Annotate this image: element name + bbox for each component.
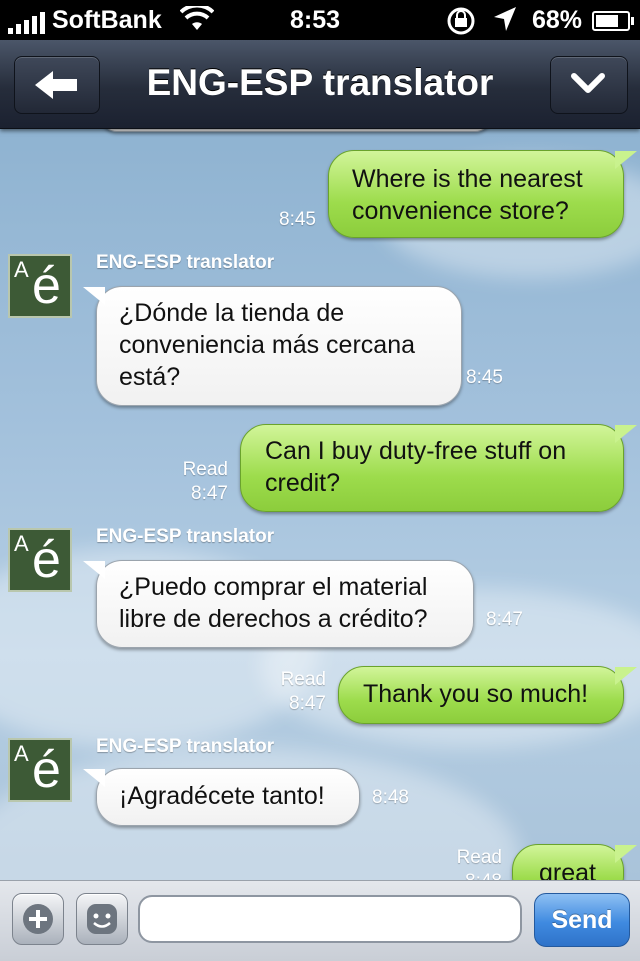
message-text: ¿Dónde la tienda de conveniencia más cer… (119, 299, 415, 391)
message-text: Can I buy duty-free stuff on credit? (265, 437, 567, 497)
message-text: ¿Puedo comprar el material libre de dere… (119, 573, 428, 633)
rotation-lock-icon (444, 6, 478, 43)
back-arrow-icon (35, 71, 77, 99)
sender-name: ENG-ESP translator (96, 736, 275, 757)
navigation-bar: ENG-ESP translator (0, 40, 640, 129)
battery-percent: 68% (532, 6, 583, 34)
bot-avatar[interactable]: Aé (8, 738, 72, 802)
message-time: 8:45 (279, 209, 316, 230)
message-input-bar: Send (0, 880, 640, 961)
sent-message-bubble: Where is the nearest convenience store? (328, 150, 637, 238)
message-text: Thank you so much! (363, 680, 589, 708)
plus-icon (23, 904, 53, 934)
read-receipt: Read 8:47 (280, 669, 326, 714)
sender-name: ENG-ESP translator (96, 526, 275, 547)
status-bar: SoftBank 8:53 68% (0, 0, 640, 40)
message-text: ¡Agradécete tanto! (119, 782, 325, 810)
read-receipt: Read 8:47 (182, 459, 228, 504)
message-input[interactable] (138, 895, 522, 943)
carrier-name: SoftBank (52, 6, 162, 34)
battery-icon (592, 11, 634, 31)
message-text: Where is the nearest convenience store? (352, 165, 583, 225)
received-message-bubble: ¿Dónde la tienda de conveniencia más cer… (83, 286, 462, 406)
clock: 8:53 (290, 6, 341, 34)
sent-message-bubble: Can I buy duty-free stuff on credit? (240, 424, 637, 512)
received-message-bubble: ¿Puedo comprar el material libre de dere… (83, 560, 474, 648)
sent-message-bubble: great (512, 844, 637, 880)
menu-dropdown-button[interactable] (550, 56, 628, 114)
message-text: great (539, 859, 596, 880)
location-arrow-icon (492, 5, 518, 40)
chevron-down-icon (571, 73, 605, 93)
signal-strength-icon (8, 12, 45, 34)
wifi-icon (179, 3, 215, 39)
bot-avatar[interactable]: Aé (8, 254, 72, 318)
emoji-face-icon (87, 904, 117, 934)
sent-message-bubble: Thank you so much! (338, 666, 637, 724)
sticker-button[interactable] (76, 893, 128, 945)
attach-button[interactable] (12, 893, 64, 945)
read-receipt: Read8:48 (456, 847, 502, 880)
bot-avatar[interactable]: Aé (8, 528, 72, 592)
sender-name: ENG-ESP translator (96, 252, 275, 273)
received-message-bubble: ¡Agradécete tanto! (83, 768, 360, 826)
message-time: 8:45 (466, 367, 503, 388)
send-button[interactable]: Send (534, 893, 630, 947)
chat-area[interactable]: 8:45 Where is the nearest convenience st… (0, 128, 640, 880)
message-time: 8:47 (486, 609, 523, 630)
message-time: 8:48 (372, 787, 409, 808)
chat-title: ENG-ESP translator (146, 62, 494, 103)
back-button[interactable] (14, 56, 100, 114)
